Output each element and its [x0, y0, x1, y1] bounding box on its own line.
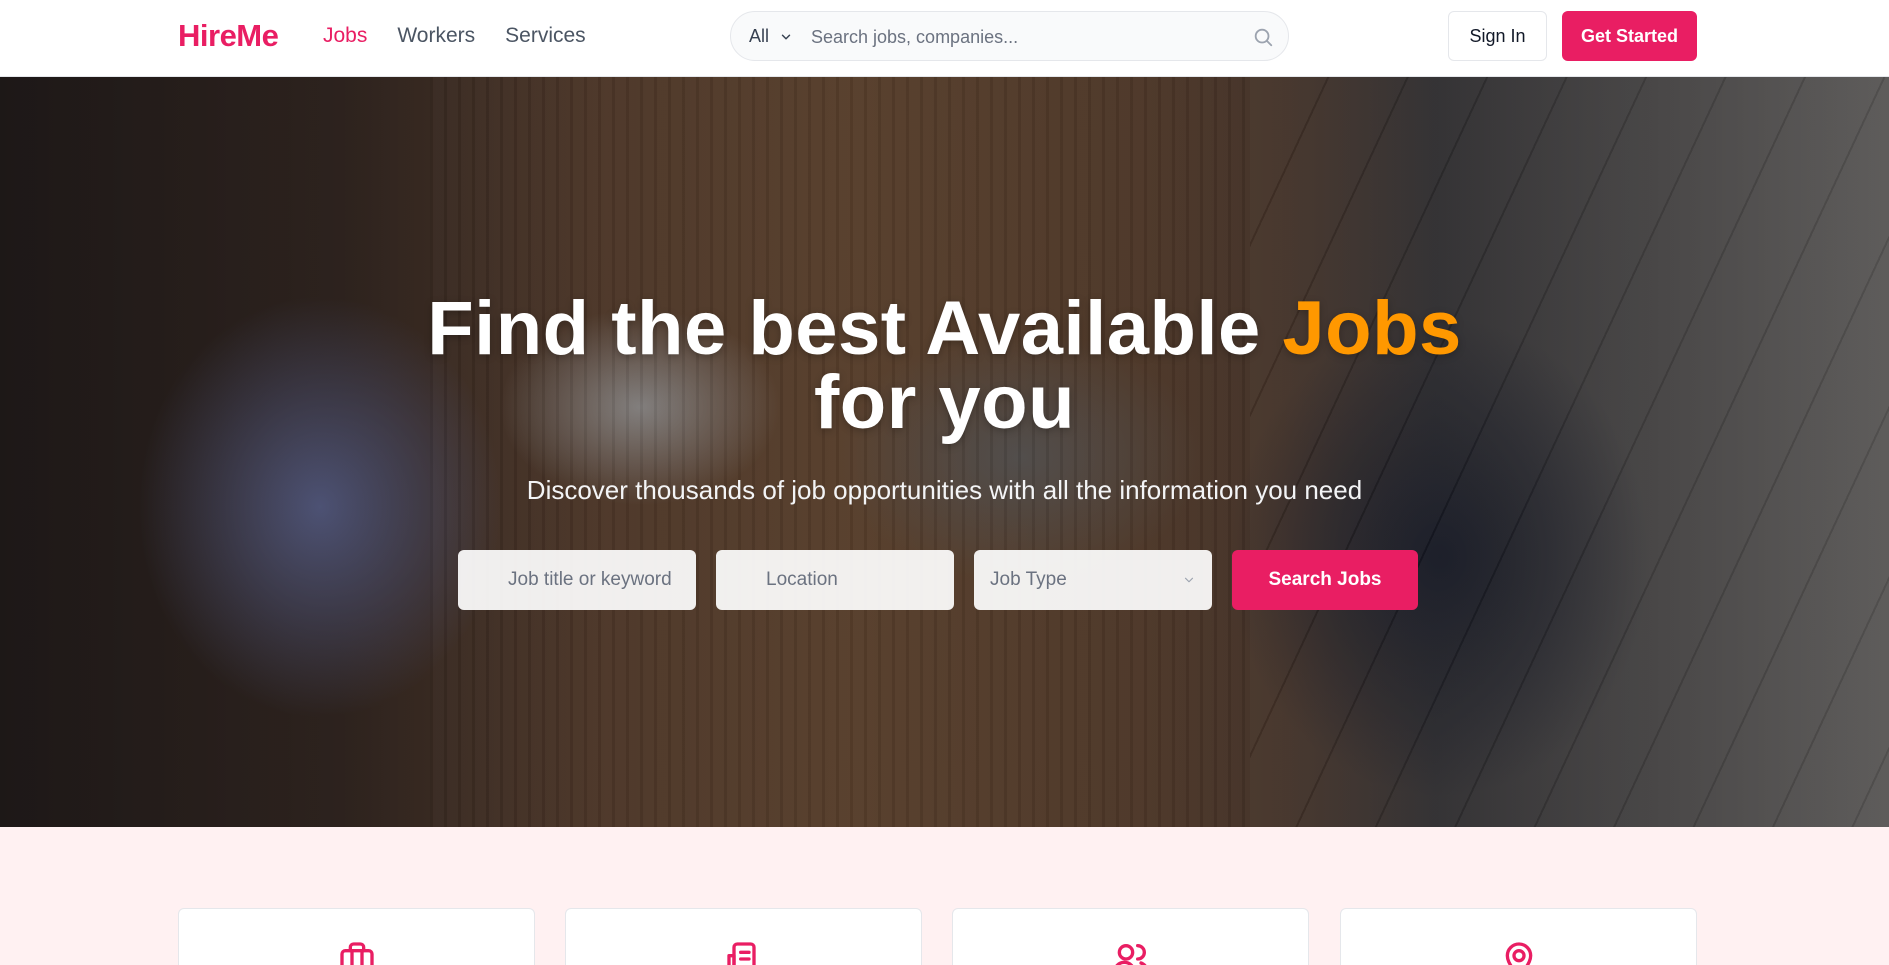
hero-title-highlight: Jobs — [1282, 286, 1462, 371]
feature-card[interactable] — [952, 908, 1309, 965]
document-icon — [726, 942, 756, 965]
feature-card[interactable] — [1340, 908, 1697, 965]
global-search-bar: All — [730, 11, 1289, 61]
keyword-input[interactable] — [458, 550, 696, 610]
features-section — [0, 827, 1889, 965]
brand-logo[interactable]: HireMe — [178, 18, 279, 54]
nav-workers[interactable]: Workers — [397, 24, 475, 48]
search-input[interactable] — [811, 21, 1231, 53]
sign-in-button[interactable]: Sign In — [1448, 11, 1547, 61]
hero-section: Find the best Available Jobs for you Dis… — [0, 77, 1889, 827]
nav-jobs[interactable]: Jobs — [323, 24, 367, 48]
hero-background-image — [430, 77, 1250, 827]
hero-title-lead: Find the best Available — [427, 286, 1283, 371]
briefcase-icon — [339, 942, 374, 965]
job-type-value: Job Type — [990, 569, 1067, 590]
hero-subtitle: Discover thousands of job opportunities … — [526, 475, 1363, 505]
site-header: HireMe Jobs Workers Services All Sign In… — [0, 0, 1889, 77]
chevron-down-icon — [1184, 577, 1194, 583]
main-nav: Jobs Workers Services — [323, 24, 586, 48]
hero-background-floor — [1250, 77, 1889, 827]
search-jobs-button[interactable]: Search Jobs — [1232, 550, 1418, 610]
feature-card[interactable] — [178, 908, 535, 965]
hero-title-tail: for you — [813, 360, 1076, 445]
search-category-select[interactable]: All — [749, 26, 793, 47]
hero-title: Find the best Available Jobs for you — [0, 291, 1889, 441]
feature-card[interactable] — [565, 908, 922, 965]
nav-services[interactable]: Services — [505, 24, 586, 48]
search-icon[interactable] — [1252, 26, 1274, 48]
location-input[interactable] — [716, 550, 954, 610]
users-icon — [1114, 944, 1147, 965]
location-pin-icon — [1505, 942, 1532, 965]
job-type-select[interactable]: Job Type — [974, 550, 1212, 610]
chevron-down-icon — [781, 34, 791, 39]
search-category-value: All — [749, 26, 770, 46]
get-started-button[interactable]: Get Started — [1562, 11, 1697, 61]
